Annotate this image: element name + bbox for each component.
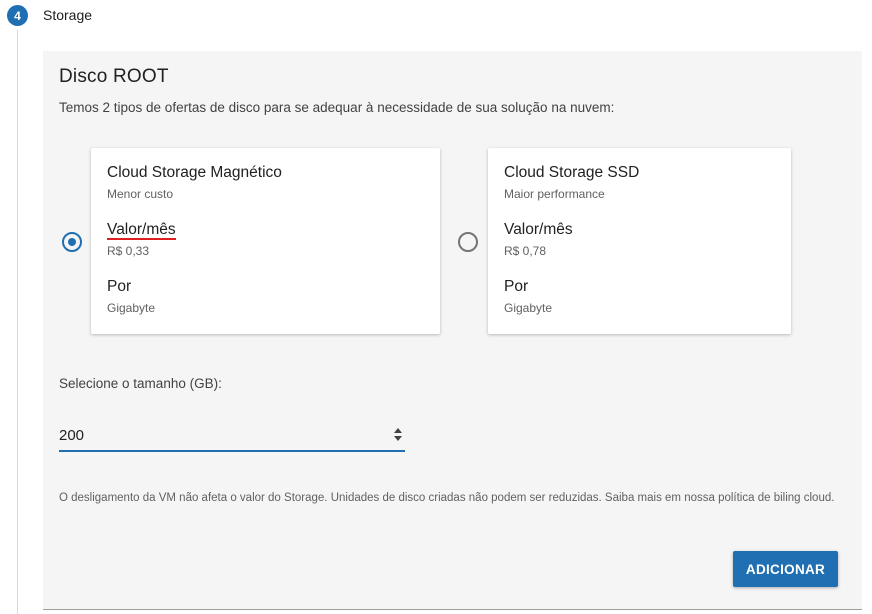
size-label: Selecione o tamanho (GB): bbox=[59, 376, 222, 391]
storage-panel: Disco ROOT Temos 2 tipos de ofertas de d… bbox=[43, 51, 862, 610]
option-price-label: Valor/mês bbox=[504, 221, 573, 238]
option-per-unit: Gigabyte bbox=[107, 301, 156, 315]
step-number-badge: 4 bbox=[7, 5, 28, 26]
panel-title: Disco ROOT bbox=[59, 66, 169, 87]
stepper-line bbox=[17, 30, 18, 614]
add-button[interactable]: ADICIONAR bbox=[733, 551, 838, 587]
option-card-magnetic[interactable]: Cloud Storage Magnético Menor custo Valo… bbox=[91, 148, 440, 334]
radio-option-ssd[interactable] bbox=[458, 232, 478, 252]
option-per-unit: Gigabyte bbox=[504, 301, 553, 315]
option-subtitle: Maior performance bbox=[504, 187, 605, 201]
option-title: Cloud Storage Magnético bbox=[107, 164, 282, 181]
option-subtitle: Menor custo bbox=[107, 187, 174, 201]
option-price-label: Valor/mês bbox=[107, 221, 176, 240]
step-label[interactable]: Storage bbox=[43, 7, 92, 23]
option-per-label: Por bbox=[107, 278, 132, 295]
radio-option-magnetic[interactable] bbox=[62, 232, 82, 252]
option-title: Cloud Storage SSD bbox=[504, 164, 640, 181]
stepper-up-icon[interactable] bbox=[394, 428, 402, 433]
panel-subtitle: Temos 2 tipos de ofertas de disco para s… bbox=[59, 100, 615, 115]
size-field bbox=[59, 423, 405, 452]
storage-note: O desligamento da VM não afeta o valor d… bbox=[59, 492, 835, 504]
option-price: R$ 0,78 bbox=[504, 244, 547, 258]
stepper-down-icon[interactable] bbox=[394, 436, 402, 441]
size-stepper[interactable] bbox=[393, 427, 403, 443]
option-per-label: Por bbox=[504, 278, 529, 295]
size-input[interactable] bbox=[59, 423, 379, 447]
option-card-ssd[interactable]: Cloud Storage SSD Maior performance Valo… bbox=[488, 148, 791, 334]
option-price: R$ 0,33 bbox=[107, 244, 150, 258]
